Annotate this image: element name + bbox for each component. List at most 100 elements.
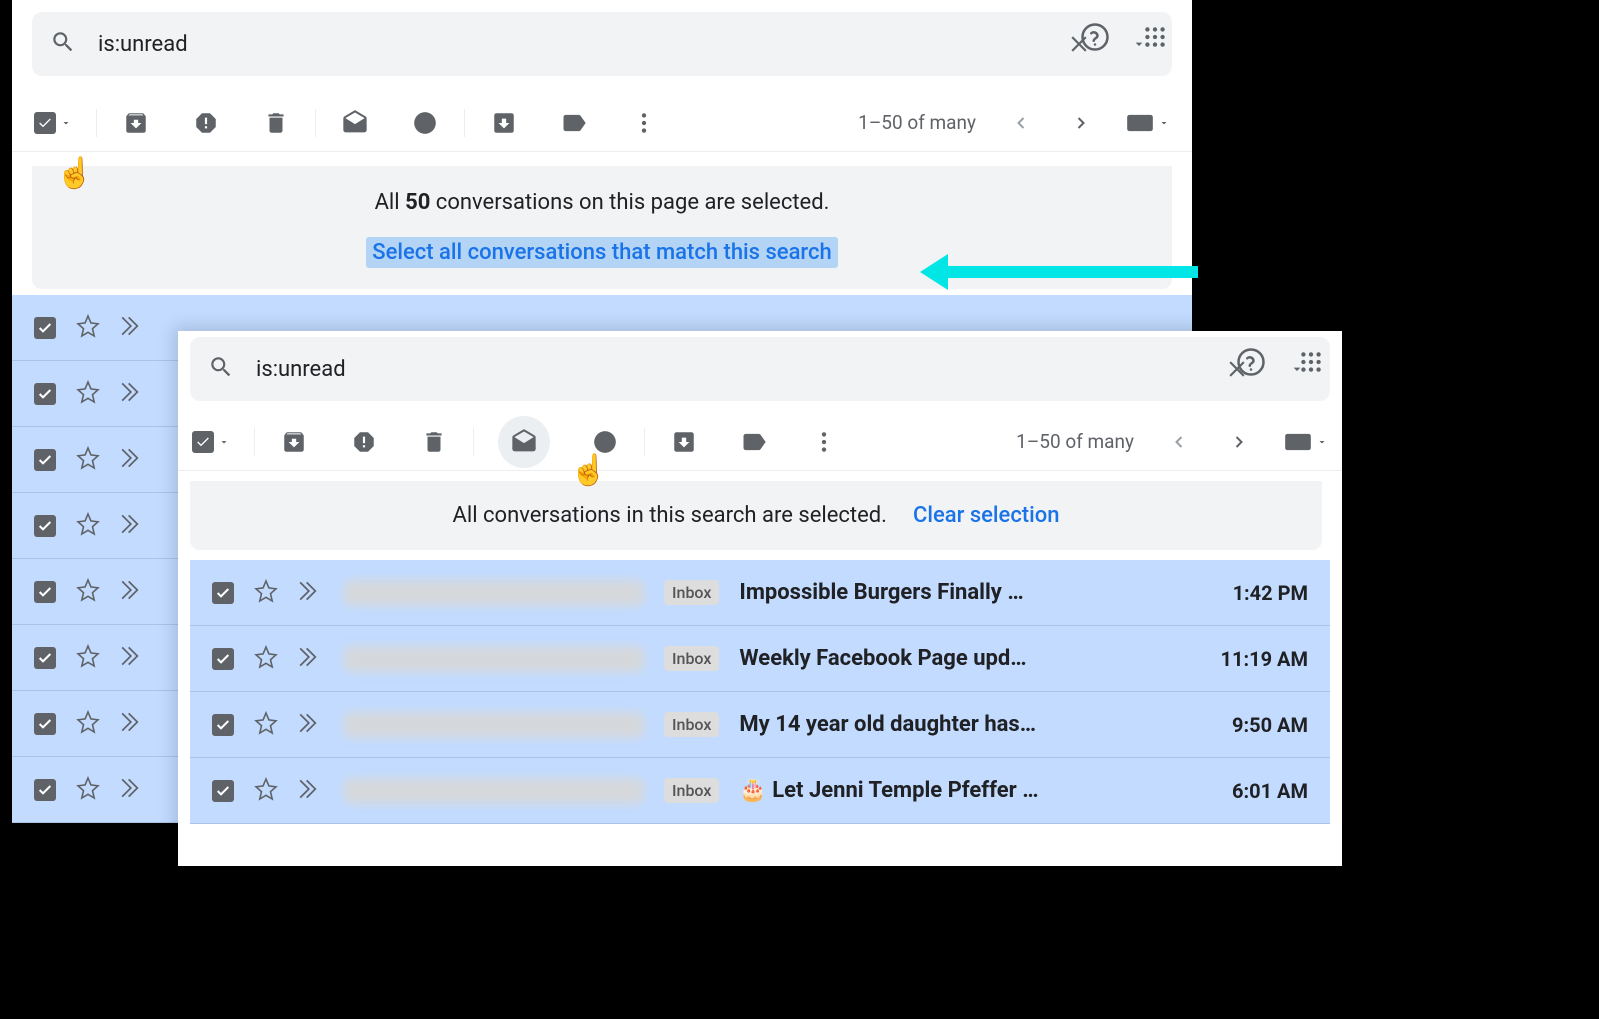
prev-page-icon[interactable] <box>1164 427 1194 457</box>
snooze-icon[interactable] <box>410 108 440 138</box>
star-icon[interactable] <box>76 380 100 408</box>
important-marker-icon[interactable] <box>298 644 324 674</box>
important-marker-icon[interactable] <box>120 445 146 475</box>
archive-icon[interactable] <box>279 427 309 457</box>
inbox-label[interactable]: Inbox <box>664 778 719 803</box>
gmail-pane-front: 1–50 of many ☝️ All conversations in thi… <box>178 331 1342 866</box>
report-spam-icon[interactable] <box>349 427 379 457</box>
star-icon[interactable] <box>76 512 100 540</box>
star-icon[interactable] <box>254 579 278 607</box>
star-icon[interactable] <box>76 314 100 342</box>
message-time: 9:50 AM <box>1232 713 1308 737</box>
next-page-icon[interactable] <box>1066 108 1096 138</box>
row-checkbox[interactable] <box>212 582 234 604</box>
banner-text: All <box>375 190 406 215</box>
prev-page-icon[interactable] <box>1006 108 1036 138</box>
row-checkbox[interactable] <box>34 317 56 339</box>
sender-blurred <box>344 778 644 804</box>
top-right-controls <box>1080 22 1170 52</box>
sender-blurred <box>344 646 644 672</box>
row-checkbox[interactable] <box>34 647 56 669</box>
star-icon[interactable] <box>76 644 100 672</box>
help-icon[interactable] <box>1236 347 1266 377</box>
action-toolbar: 1–50 of many <box>12 94 1192 152</box>
sender-blurred <box>344 712 644 738</box>
message-row[interactable]: Inbox My 14 year old daughter has… 9:50 … <box>190 692 1330 758</box>
row-checkbox[interactable] <box>34 383 56 405</box>
important-marker-icon[interactable] <box>120 643 146 673</box>
banner-text2: conversations on this page are selected. <box>430 190 829 215</box>
select-all-checkbox[interactable] <box>192 431 230 453</box>
search-icon <box>208 354 234 384</box>
message-time: 6:01 AM <box>1232 779 1308 803</box>
star-icon[interactable] <box>254 645 278 673</box>
star-icon[interactable] <box>254 711 278 739</box>
important-marker-icon[interactable] <box>298 578 324 608</box>
inbox-label[interactable]: Inbox <box>664 646 719 671</box>
star-icon[interactable] <box>76 710 100 738</box>
row-checkbox[interactable] <box>212 648 234 670</box>
input-tools-icon[interactable] <box>1284 427 1328 457</box>
delete-icon[interactable] <box>261 108 291 138</box>
star-icon[interactable] <box>254 777 278 805</box>
message-time: 11:19 AM <box>1221 647 1308 671</box>
important-marker-icon[interactable] <box>120 313 146 343</box>
important-marker-icon[interactable] <box>120 577 146 607</box>
message-subject: Weekly Facebook Page upd… <box>739 646 1200 671</box>
labels-icon[interactable] <box>559 108 589 138</box>
search-input[interactable] <box>98 32 1064 57</box>
important-marker-icon[interactable] <box>120 511 146 541</box>
help-icon[interactable] <box>1080 22 1110 52</box>
select-all-search-link[interactable]: Select all conversations that match this… <box>366 237 837 268</box>
row-checkbox[interactable] <box>34 515 56 537</box>
select-all-checkbox[interactable] <box>34 112 72 134</box>
banner-text: All conversations in this search are sel… <box>453 503 887 528</box>
message-row[interactable]: Inbox 🎂 Let Jenni Temple Pfeffer … 6:01 … <box>190 758 1330 824</box>
delete-icon[interactable] <box>419 427 449 457</box>
search-input[interactable] <box>256 357 1222 382</box>
important-marker-icon[interactable] <box>298 776 324 806</box>
row-checkbox[interactable] <box>34 713 56 735</box>
star-icon[interactable] <box>76 776 100 804</box>
message-row[interactable]: Inbox Impossible Burgers Finally … 1:42 … <box>190 560 1330 626</box>
cursor-pointer-icon: ☝️ <box>570 453 607 488</box>
mark-read-icon[interactable] <box>340 108 370 138</box>
row-checkbox[interactable] <box>212 714 234 736</box>
move-to-icon[interactable] <box>489 108 519 138</box>
important-marker-icon[interactable] <box>120 775 146 805</box>
row-checkbox[interactable] <box>34 449 56 471</box>
row-checkbox[interactable] <box>34 581 56 603</box>
row-checkbox[interactable] <box>34 779 56 801</box>
inbox-label[interactable]: Inbox <box>664 580 719 605</box>
apps-grid-icon[interactable] <box>1296 347 1326 377</box>
action-toolbar: 1–50 of many ☝️ <box>178 413 1342 471</box>
annotation-arrow <box>920 254 1198 290</box>
archive-icon[interactable] <box>121 108 151 138</box>
pagination-text: 1–50 of many <box>1016 430 1134 453</box>
move-to-icon[interactable] <box>669 427 699 457</box>
message-time: 1:42 PM <box>1233 581 1308 605</box>
search-bar[interactable] <box>190 337 1330 401</box>
important-marker-icon[interactable] <box>298 710 324 740</box>
next-page-icon[interactable] <box>1224 427 1254 457</box>
clear-selection-link[interactable]: Clear selection <box>913 503 1060 528</box>
important-marker-icon[interactable] <box>120 709 146 739</box>
inbox-label[interactable]: Inbox <box>664 712 719 737</box>
search-bar[interactable] <box>32 12 1172 76</box>
labels-icon[interactable] <box>739 427 769 457</box>
report-spam-icon[interactable] <box>191 108 221 138</box>
message-row[interactable]: Inbox Weekly Facebook Page upd… 11:19 AM <box>190 626 1330 692</box>
snooze-icon[interactable] <box>590 427 620 457</box>
star-icon[interactable] <box>76 446 100 474</box>
star-icon[interactable] <box>76 578 100 606</box>
banner-count: 50 <box>405 190 430 215</box>
important-marker-icon[interactable] <box>120 379 146 409</box>
row-checkbox[interactable] <box>212 780 234 802</box>
mark-read-icon[interactable] <box>498 416 550 468</box>
search-icon <box>50 29 76 59</box>
more-icon[interactable] <box>809 427 839 457</box>
more-icon[interactable] <box>629 108 659 138</box>
input-tools-icon[interactable] <box>1126 108 1170 138</box>
top-right-controls <box>1236 347 1326 377</box>
apps-grid-icon[interactable] <box>1140 22 1170 52</box>
